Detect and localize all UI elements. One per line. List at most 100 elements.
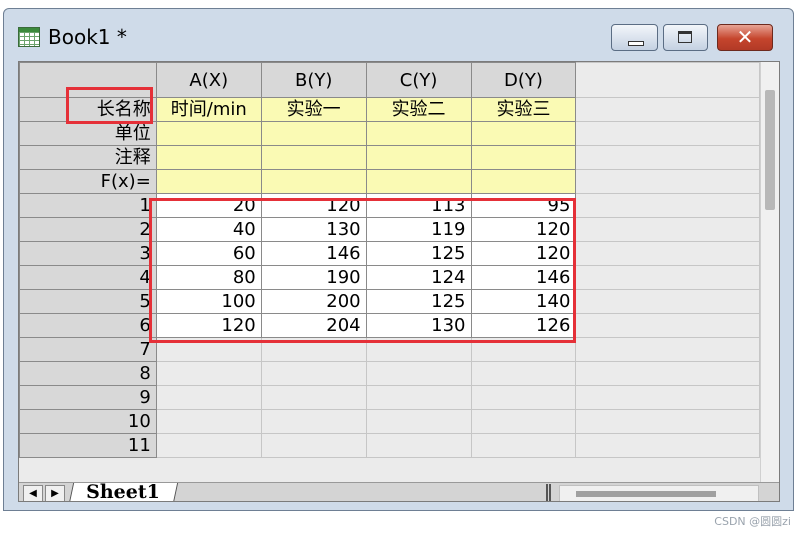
row-header[interactable]: 长名称 xyxy=(19,97,157,122)
data-cell[interactable]: 120 xyxy=(470,217,577,242)
data-cell[interactable] xyxy=(470,337,577,362)
data-cell[interactable]: 40 xyxy=(155,217,262,242)
row-header[interactable]: 1 xyxy=(19,193,157,218)
meta-cell[interactable]: 实验三 xyxy=(470,97,577,122)
empty-cell xyxy=(575,337,760,362)
data-cell[interactable]: 140 xyxy=(470,289,577,314)
data-cell[interactable]: 80 xyxy=(155,265,262,290)
data-cell[interactable] xyxy=(365,385,472,410)
split-handle[interactable] xyxy=(546,484,551,501)
data-cell[interactable]: 113 xyxy=(365,193,472,218)
data-cell[interactable]: 60 xyxy=(155,241,262,266)
maximize-button[interactable] xyxy=(663,24,708,51)
data-cell[interactable]: 130 xyxy=(365,313,472,338)
data-cell[interactable] xyxy=(365,409,472,434)
row-header[interactable]: 4 xyxy=(19,265,157,290)
vertical-scroll-thumb[interactable] xyxy=(765,90,775,210)
data-cell[interactable]: 120 xyxy=(470,241,577,266)
data-cell[interactable]: 120 xyxy=(260,193,367,218)
data-cell[interactable]: 120 xyxy=(155,313,262,338)
data-cell[interactable]: 125 xyxy=(365,289,472,314)
meta-cell[interactable] xyxy=(365,121,472,146)
meta-cell[interactable] xyxy=(365,145,472,170)
data-cell[interactable]: 125 xyxy=(365,241,472,266)
row-header[interactable]: 7 xyxy=(19,337,157,362)
data-cell[interactable]: 146 xyxy=(470,265,577,290)
data-cell[interactable] xyxy=(155,385,262,410)
prev-sheet-button[interactable]: ◀ xyxy=(23,485,43,501)
data-cell[interactable]: 119 xyxy=(365,217,472,242)
row-header[interactable]: 5 xyxy=(19,289,157,314)
data-cell[interactable] xyxy=(365,337,472,362)
data-cell[interactable]: 130 xyxy=(260,217,367,242)
row-header[interactable]: F(x)= xyxy=(19,169,157,194)
data-cell[interactable] xyxy=(260,409,367,434)
meta-cell[interactable]: 实验二 xyxy=(365,97,472,122)
data-cell[interactable] xyxy=(155,361,262,386)
meta-cell[interactable] xyxy=(155,145,262,170)
data-cell[interactable] xyxy=(260,361,367,386)
data-cell[interactable]: 95 xyxy=(470,193,577,218)
column-header[interactable]: D(Y) xyxy=(470,62,577,98)
row-header[interactable]: 8 xyxy=(19,361,157,386)
data-cell[interactable] xyxy=(155,409,262,434)
data-cell[interactable]: 146 xyxy=(260,241,367,266)
meta-cell[interactable] xyxy=(260,145,367,170)
meta-cell[interactable] xyxy=(470,145,577,170)
next-sheet-button[interactable]: ▶ xyxy=(45,485,65,501)
column-header[interactable]: C(Y) xyxy=(365,62,472,98)
data-cell[interactable]: 190 xyxy=(260,265,367,290)
data-cell[interactable] xyxy=(260,337,367,362)
meta-cell[interactable] xyxy=(155,169,262,194)
row-header[interactable]: 11 xyxy=(19,433,157,458)
data-cell[interactable] xyxy=(155,433,262,458)
corner-cell[interactable] xyxy=(19,62,157,98)
column-header[interactable]: B(Y) xyxy=(260,62,367,98)
data-cell[interactable] xyxy=(260,433,367,458)
vertical-scrollbar[interactable] xyxy=(760,62,779,482)
empty-cell xyxy=(575,97,760,122)
table-row: 4 80 190 124 146 xyxy=(19,265,760,290)
chevron-left-icon: ◀ xyxy=(29,488,37,499)
data-cell[interactable]: 204 xyxy=(260,313,367,338)
horizontal-scrollbar[interactable] xyxy=(559,485,759,501)
table-row: 7 xyxy=(19,337,760,362)
row-header[interactable]: 3 xyxy=(19,241,157,266)
data-cell[interactable] xyxy=(155,337,262,362)
data-cell[interactable]: 126 xyxy=(470,313,577,338)
data-cell[interactable] xyxy=(470,361,577,386)
horizontal-scroll-thumb[interactable] xyxy=(576,491,716,497)
data-cell[interactable]: 100 xyxy=(155,289,262,314)
meta-cell[interactable]: 实验一 xyxy=(260,97,367,122)
row-header[interactable]: 10 xyxy=(19,409,157,434)
worksheet-grid[interactable]: A(X) B(Y) C(Y) D(Y) 长名称 时间/min 实验一 实验二 实验三单位 注释 F(… xyxy=(19,62,760,482)
data-cell[interactable] xyxy=(365,361,472,386)
resize-grip-icon[interactable] xyxy=(760,483,779,501)
meta-cell[interactable] xyxy=(260,169,367,194)
data-cell[interactable] xyxy=(470,409,577,434)
column-header[interactable]: A(X) xyxy=(155,62,262,98)
meta-cell[interactable] xyxy=(365,169,472,194)
meta-cell[interactable] xyxy=(155,121,262,146)
row-header[interactable]: 6 xyxy=(19,313,157,338)
data-cell[interactable] xyxy=(470,385,577,410)
meta-cell[interactable]: 时间/min xyxy=(155,97,262,122)
data-cell[interactable]: 124 xyxy=(365,265,472,290)
data-cell[interactable]: 20 xyxy=(155,193,262,218)
data-cell[interactable]: 200 xyxy=(260,289,367,314)
row-header[interactable]: 单位 xyxy=(19,121,157,146)
row-header[interactable]: 9 xyxy=(19,385,157,410)
close-button[interactable]: ✕ xyxy=(717,24,773,51)
meta-cell[interactable] xyxy=(470,169,577,194)
tab-sheet1[interactable]: Sheet1 xyxy=(68,481,179,501)
data-cell[interactable] xyxy=(470,433,577,458)
row-header[interactable]: 注释 xyxy=(19,145,157,170)
data-cell[interactable] xyxy=(260,385,367,410)
minimize-button[interactable] xyxy=(611,24,658,51)
meta-cell[interactable] xyxy=(260,121,367,146)
data-cell[interactable] xyxy=(365,433,472,458)
title-bar[interactable]: Book1 * ✕ xyxy=(4,9,793,59)
meta-cell[interactable] xyxy=(470,121,577,146)
empty-cell xyxy=(575,169,760,194)
row-header[interactable]: 2 xyxy=(19,217,157,242)
